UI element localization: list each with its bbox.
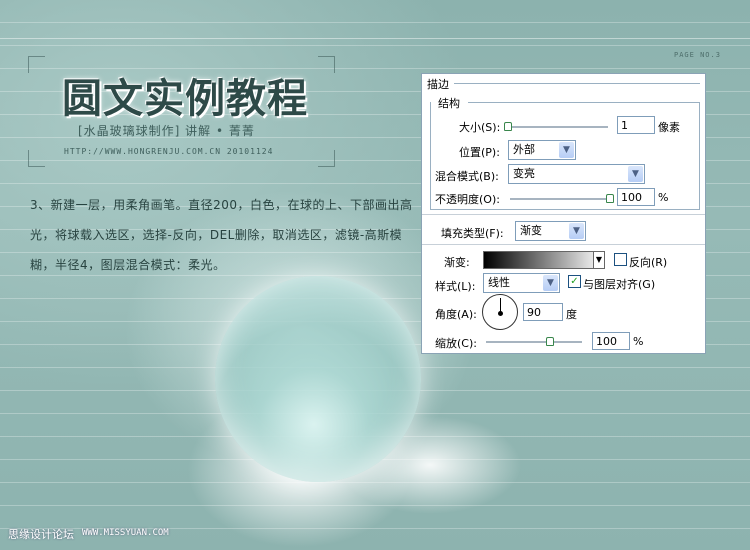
page-subtitle: [水晶玻璃球制作] 讲解 • 菁菁 [78,124,255,138]
chevron-down-icon: ▼ [543,275,558,291]
stroke-dialog: 描边 结构 大小(S): 1 像素 位置(P): 外部 ▼ 混合模式(B): 变… [421,73,706,354]
scale-label: 缩放(C): [435,337,477,350]
top-divider [0,38,750,39]
blend-mode-label: 混合模式(B): [435,170,499,183]
instruction-text: 3、新建一层，用柔角画笔。直径200，白色，在球的上、下部画出高光，将球载入选区… [30,198,413,272]
footer-site-url: WWW.MISSYUAN.COM [82,528,169,538]
fill-type-label: 填充类型(F): [441,227,504,240]
angle-input[interactable]: 90 [523,303,563,321]
corner-bracket [28,150,45,167]
style-select[interactable]: 线性 ▼ [483,273,560,293]
position-label: 位置(P): [459,146,500,159]
style-value: 线性 [488,276,510,289]
dialog-title: 描边 [427,78,449,91]
reverse-label: 反向(R) [629,256,668,269]
page-number: PAGE NO.3 [674,51,721,59]
fill-type-value: 渐变 [520,224,542,237]
corner-bracket [318,56,335,73]
scale-input[interactable]: 100 [592,332,630,350]
page-title: 圆文实例教程 [62,75,308,122]
group-divider [468,102,700,103]
section-divider [422,214,705,215]
gradient-dropdown-icon[interactable]: ▼ [593,251,605,269]
angle-label: 角度(A): [435,308,477,321]
size-slider[interactable] [508,126,608,128]
site-url: HTTP://WWW.HONGRENJU.COM.CN 20101124 [64,147,274,156]
scale-slider[interactable] [486,341,582,343]
corner-bracket [28,56,45,73]
footer-site-name: 思缘设计论坛 [8,528,74,541]
size-unit: 像素 [658,121,680,134]
position-value: 外部 [513,143,535,156]
reverse-checkbox[interactable] [614,253,627,266]
size-slider-thumb[interactable] [504,122,512,131]
opacity-input[interactable]: 100 [617,188,655,206]
opacity-slider-thumb[interactable] [606,194,614,203]
angle-unit: 度 [566,308,577,321]
angle-dial-center [498,311,503,316]
gradient-preview[interactable] [483,251,605,269]
glass-sphere-image [215,276,421,482]
align-checkbox[interactable]: ✓ [568,275,581,288]
title-divider [454,83,700,84]
chevron-down-icon: ▼ [569,223,584,239]
fill-type-select[interactable]: 渐变 ▼ [515,221,586,241]
chevron-down-icon: ▼ [628,166,643,182]
section-divider [422,244,705,245]
gradient-label: 渐变: [444,256,470,269]
opacity-label: 不透明度(O): [435,193,500,206]
chevron-down-icon: ▼ [559,142,574,158]
scale-unit: % [633,335,644,348]
opacity-slider[interactable] [510,198,610,200]
corner-bracket [318,150,335,167]
opacity-unit: % [658,191,669,204]
style-label: 样式(L): [435,280,476,293]
position-select[interactable]: 外部 ▼ [508,140,576,160]
scale-slider-thumb[interactable] [545,337,554,346]
blend-mode-value: 变亮 [513,167,535,180]
blend-mode-select[interactable]: 变亮 ▼ [508,164,645,184]
group-title: 结构 [438,97,460,110]
angle-dial[interactable] [482,294,518,330]
size-input[interactable]: 1 [617,116,655,134]
size-label: 大小(S): [459,121,501,134]
align-label: 与图层对齐(G) [583,278,656,291]
